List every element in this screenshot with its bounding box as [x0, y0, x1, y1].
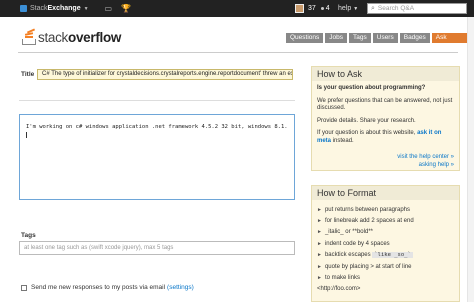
settings-link[interactable]: (settings): [167, 284, 194, 291]
format-tip-text: _italic_ or **bold**: [324, 229, 373, 236]
help-label: help: [338, 5, 352, 12]
ask-p3-suffix: instead.: [332, 137, 354, 144]
nav-jobs[interactable]: Jobs: [325, 33, 348, 43]
format-tip: ► put returns between paragraphs: [317, 204, 454, 215]
triangle-right-icon: ►: [317, 263, 322, 270]
notify-checkbox[interactable]: [21, 284, 27, 291]
ask-p3-prefix: If your question is about this website,: [317, 130, 416, 136]
stackexchange-menu[interactable]: Stack Exchange ▼: [20, 5, 89, 12]
how-to-ask-title: How to Ask: [312, 67, 459, 81]
search-input[interactable]: ⌕ Search Q&A: [367, 3, 467, 14]
scrollbar[interactable]: [467, 17, 474, 302]
notify-option: Send me new responses to my posts via em…: [21, 284, 194, 291]
site-logo[interactable]: stackoverflow: [22, 28, 122, 45]
body-text: I'm working on c# windows application .n…: [26, 124, 288, 130]
how-to-format-panel: How to Format ► put returns between parag…: [311, 185, 460, 302]
text-cursor: [26, 132, 27, 138]
help-center-link[interactable]: visit the help center »: [312, 154, 454, 162]
nav-questions[interactable]: Questions: [286, 33, 324, 43]
format-tip: ► to make links: [317, 272, 454, 283]
achievements-icon[interactable]: 🏆: [121, 4, 131, 13]
badge-count: 4: [325, 5, 330, 12]
format-tip: ► indent code by 4 spaces: [317, 238, 454, 249]
logo-bold: overflow: [68, 30, 122, 45]
triangle-right-icon: ►: [317, 229, 322, 236]
main-nav: Questions Jobs Tags Users Badges Ask Que…: [286, 33, 474, 51]
title-label: Title: [21, 71, 35, 78]
stackexchange-icon: [20, 5, 27, 12]
logo-light: stack: [38, 30, 69, 45]
inbox-icon[interactable]: ▭: [105, 4, 113, 13]
triangle-right-icon: ►: [317, 275, 322, 282]
title-input[interactable]: C# The type of initializer for crystalde…: [37, 69, 293, 80]
triangle-right-icon: ►: [317, 252, 322, 259]
format-tip-text: indent code by 4 spaces: [324, 240, 390, 247]
format-tip-text: quote by placing > at start of line: [324, 263, 412, 270]
help-menu[interactable]: help ▼: [338, 0, 358, 17]
stackoverflow-logo-icon: [22, 28, 36, 45]
triangle-right-icon: ►: [317, 218, 322, 225]
chevron-down-icon: ▼: [83, 5, 89, 12]
backtick-example: `like _so_`: [372, 252, 413, 259]
ask-p2: Provide details. Share your research.: [317, 117, 416, 124]
format-tip-text: put returns between paragraphs: [324, 206, 411, 213]
search-icon: ⌕: [371, 4, 375, 12]
triangle-right-icon: ►: [317, 240, 322, 247]
avatar[interactable]: [295, 4, 304, 13]
notify-label: Send me new responses to my posts via em…: [31, 284, 166, 291]
asking-help-link[interactable]: asking help »: [312, 162, 454, 170]
reputation-count: 37: [308, 5, 316, 12]
user-info[interactable]: 37 4: [295, 0, 330, 17]
header-divider: [18, 52, 458, 53]
format-tip-text: to make links: [324, 275, 360, 282]
ask-p1: We prefer questions that can be answered…: [317, 97, 453, 112]
nav-users[interactable]: Users: [372, 33, 398, 43]
format-tip: ► backtick escapes `like _so_`: [317, 250, 454, 261]
chevron-down-icon: ▼: [353, 5, 359, 12]
brand-bold: Exchange: [47, 5, 81, 12]
format-tip: ► quote by placing > at start of line: [317, 261, 454, 272]
format-tip-text: for linebreak add 2 spaces at end: [324, 218, 414, 225]
format-tip: ► _italic_ or **bold**: [317, 227, 454, 238]
badge-icon: [320, 7, 324, 10]
triangle-right-icon: ►: [317, 206, 322, 213]
format-tip-text: backtick escapes: [324, 252, 371, 259]
format-tip: ► for linebreak add 2 spaces at end: [317, 215, 454, 226]
format-link-example: <http://foo.com>: [317, 286, 361, 293]
editor-toolbar: [19, 100, 295, 110]
nav-tags[interactable]: Tags: [349, 33, 371, 43]
tags-input[interactable]: at least one tag such as (swift xcode jq…: [19, 241, 295, 255]
brand-light: Stack: [30, 5, 48, 12]
nav-badges[interactable]: Badges: [399, 33, 430, 43]
body-editor[interactable]: I'm working on c# windows application .n…: [19, 114, 295, 200]
search-placeholder: Search Q&A: [377, 5, 415, 12]
how-to-format-title: How to Format: [312, 186, 459, 200]
ask-question: Is your question about programming?: [317, 85, 426, 91]
tags-label: Tags: [21, 232, 36, 239]
how-to-ask-panel: How to Ask Is your question about progra…: [311, 66, 460, 171]
